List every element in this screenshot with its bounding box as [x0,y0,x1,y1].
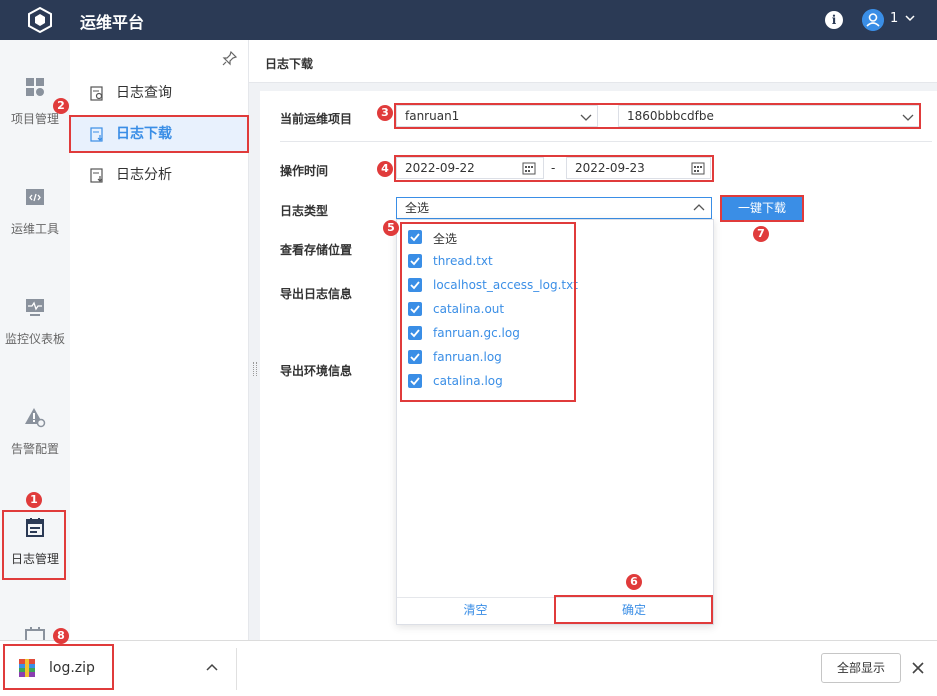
clear-button[interactable]: 清空 [397,597,554,622]
project-select[interactable]: fanruan1 [396,105,598,127]
annotation-badge: 4 [377,161,393,177]
date-end-input[interactable]: 2022-09-23 [566,157,711,179]
calendar-icon[interactable] [691,161,705,175]
calendar-log-icon [26,518,44,537]
archive-file-icon[interactable] [16,657,38,679]
option-label[interactable]: localhost_access_log.txt [433,278,578,292]
app-title: 运维平台 [80,13,145,32]
divider [236,648,237,690]
close-icon[interactable] [911,661,925,675]
divider [280,141,932,142]
user-avatar-icon[interactable] [862,9,884,31]
download-bar [0,640,937,696]
nav-item-log-management[interactable]: 日志管理 [0,516,70,567]
project-label: 当前运维项目 [280,112,353,126]
chevron-down-icon[interactable] [902,111,914,123]
annotation-badge: 6 [626,574,642,590]
option-label[interactable]: catalina.out [433,302,504,316]
option-label[interactable]: fanruan.gc.log [433,326,520,340]
grid-icon [26,78,44,96]
project-id-select[interactable]: 1860bbbcdfbe [618,105,920,127]
subnav-item-log-analysis[interactable]: 日志分析 [70,157,249,193]
checkbox-checked[interactable] [408,230,422,244]
nav-item-alert-config[interactable]: 告警配置 [0,406,70,457]
option-label[interactable]: thread.txt [433,254,493,268]
time-label: 操作时间 [280,164,329,178]
pin-icon[interactable] [222,50,238,66]
annotation-badge: 1 [26,492,42,508]
calendar-icon [25,627,45,640]
option-label[interactable]: 全选 [433,230,457,247]
nav-label: 运维工具 [10,222,59,236]
nav-label: 日志管理 [10,552,59,566]
subnav-item-log-download[interactable]: 日志下载 [70,116,249,152]
chevron-down-icon[interactable] [580,111,592,123]
subnav-label: 日志下载 [116,126,172,142]
checkbox-checked[interactable] [408,374,422,388]
one-click-download-button[interactable]: 一键下载 [722,197,802,220]
annotation-badge: 5 [383,220,399,236]
left-nav: 项目管理 运维工具 监控仪表板 告警配置 日志管理 [0,40,70,640]
export-log-label: 导出日志信息 [280,287,353,301]
nav-item-monitor-dashboard[interactable]: 监控仪表板 [0,296,70,347]
chevron-up-icon[interactable] [206,662,218,674]
date-separator: - [551,161,556,175]
checkbox-checked[interactable] [408,302,422,316]
option-label[interactable]: fanruan.log [433,350,502,364]
alert-gear-icon [25,408,46,428]
log-download-icon [90,127,103,142]
confirm-button[interactable]: 确定 [556,597,712,622]
storage-label: 查看存储位置 [280,243,353,257]
code-window-icon [26,189,44,205]
logtype-select[interactable]: 全选 [396,197,712,219]
subnav-label: 日志查询 [116,85,172,101]
annotation-badge: 8 [53,628,69,644]
nav-item-ops-tools[interactable]: 运维工具 [0,186,70,237]
logtype-label: 日志类型 [280,204,329,218]
nav-label: 告警配置 [10,442,59,456]
calendar-icon[interactable] [522,161,536,175]
user-name[interactable]: 1 [890,11,898,26]
log-search-icon [90,86,103,101]
download-file-name[interactable]: log.zip [49,660,95,676]
nav-label: 监控仪表板 [4,332,65,346]
subnav-item-log-query[interactable]: 日志查询 [70,75,249,111]
info-icon[interactable]: i [825,11,843,29]
monitor-icon [26,299,44,316]
checkbox-checked[interactable] [408,350,422,364]
annotation-badge: 3 [377,105,393,121]
option-label[interactable]: catalina.log [433,374,503,388]
annotation-badge: 7 [753,226,769,242]
chevron-up-icon[interactable] [693,202,705,214]
export-env-label: 导出环境信息 [280,364,353,378]
show-all-button[interactable]: 全部显示 [821,653,901,683]
subnav-label: 日志分析 [116,167,172,183]
page-title: 日志下载 [265,57,314,71]
cube-logo-icon[interactable] [26,6,54,34]
checkbox-checked[interactable] [408,278,422,292]
resize-handle[interactable] [253,362,257,376]
annotation-badge: 2 [53,98,69,114]
checkbox-checked[interactable] [408,254,422,268]
main-header [249,40,937,83]
chevron-down-icon[interactable] [904,12,916,24]
checkbox-checked[interactable] [408,326,422,340]
log-analysis-icon [90,168,103,183]
